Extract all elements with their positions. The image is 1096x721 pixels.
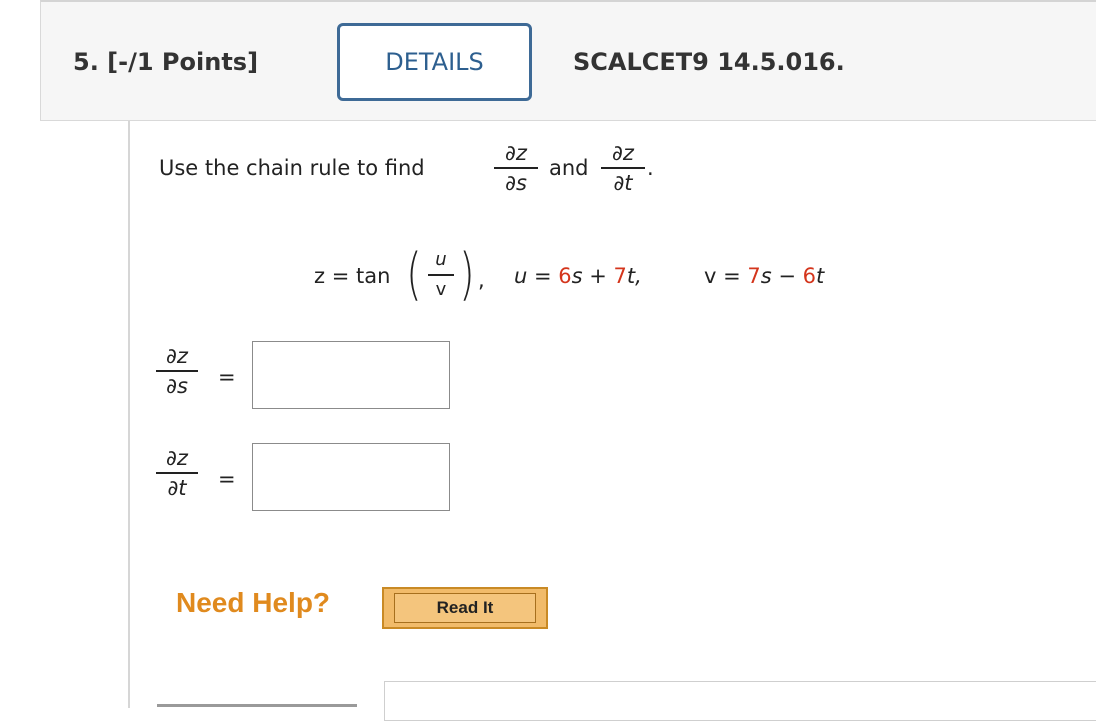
v-coefficient-2: 6 (802, 264, 817, 288)
fraction-denominator: v (435, 278, 447, 300)
content-left-border (128, 121, 130, 708)
u-label: u = (514, 264, 559, 288)
derivative-numerator: ∂z (612, 141, 634, 165)
left-paren: ( (406, 242, 422, 307)
fraction-bar (156, 370, 198, 372)
question-label: 5. [-/1 Points] (73, 48, 259, 76)
prompt-derivative-t: ∂z ∂t (601, 141, 645, 195)
read-it-label: Read It (394, 593, 536, 623)
prompt-derivative-s: ∂z ∂s (494, 141, 538, 195)
prompt-text: Use the chain rule to find (159, 156, 425, 180)
right-paren: ) (459, 242, 475, 307)
bottom-divider (157, 704, 357, 707)
equation-fraction: u v (428, 248, 454, 302)
details-button[interactable]: DETAILS (337, 23, 532, 101)
equals-sign: = (218, 467, 236, 491)
u-coefficient-2: 7 (613, 264, 627, 288)
derivative-denominator: ∂s (505, 170, 527, 195)
v-middle: s − (760, 264, 803, 288)
answer-label-dz-ds: ∂z ∂s (156, 344, 198, 398)
answer-input-dz-dt[interactable] (252, 443, 450, 511)
u-end: t, (626, 264, 642, 288)
v-coefficient-1: 7 (747, 264, 761, 288)
read-it-button[interactable]: Read It (382, 587, 548, 629)
fraction-bar (601, 167, 645, 169)
fraction-bar (494, 167, 538, 169)
derivative-denominator: ∂s (166, 373, 188, 398)
question-header: 5. [-/1 Points] DETAILS SCALCET9 14.5.01… (40, 0, 1096, 121)
answer-input-dz-ds[interactable] (252, 341, 450, 409)
equation-z: z = tan (314, 264, 391, 288)
fraction-bar (428, 274, 454, 276)
derivative-numerator: ∂z (166, 446, 188, 470)
equation-comma: , (478, 268, 485, 292)
derivative-denominator: ∂t (167, 475, 187, 500)
fraction-numerator: u (435, 249, 447, 270)
fraction-bar (156, 472, 198, 474)
u-middle: s + (571, 264, 614, 288)
derivative-denominator: ∂t (613, 170, 633, 195)
derivative-numerator: ∂z (166, 344, 188, 368)
next-section-box (384, 681, 1096, 721)
problem-code: SCALCET9 14.5.016. (573, 48, 845, 76)
answer-label-dz-dt: ∂z ∂t (156, 446, 198, 500)
prompt-period: . (647, 156, 654, 180)
derivative-numerator: ∂z (505, 141, 527, 165)
v-end: t (816, 264, 825, 288)
u-coefficient-1: 6 (558, 264, 572, 288)
need-help-label: Need Help? (176, 587, 331, 618)
equals-sign: = (218, 365, 236, 389)
equation-u: u = 6s + 7t, (514, 264, 642, 288)
equation-v: v = 7s − 6t (704, 264, 824, 288)
prompt-and: and (549, 156, 589, 180)
v-label: v = (704, 264, 748, 288)
